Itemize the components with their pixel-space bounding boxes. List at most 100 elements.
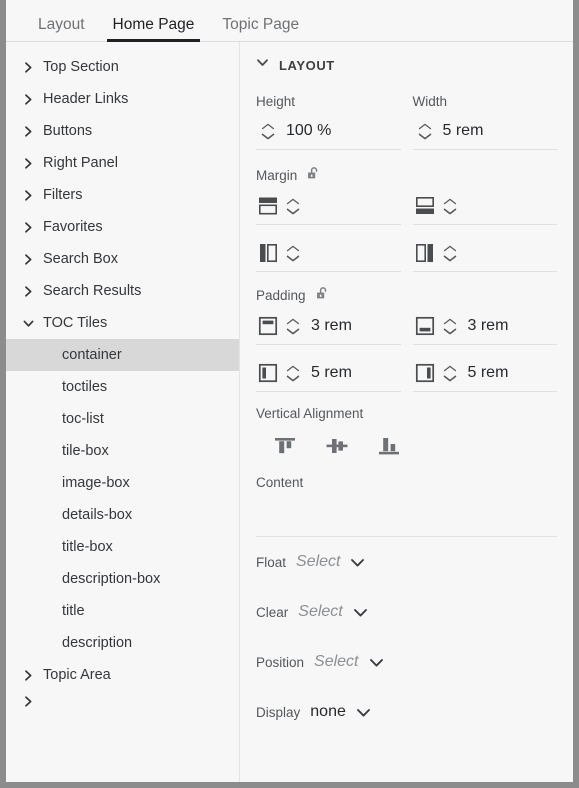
sidebar-item-label: Filters [43, 187, 83, 203]
clear-select[interactable]: Clear Select [256, 587, 557, 637]
stepper-up-icon[interactable] [443, 245, 457, 252]
sidebar-item-container[interactable]: container [6, 339, 239, 371]
sidebar-item-tile-box[interactable]: tile-box [6, 435, 239, 467]
stepper-down-icon[interactable] [443, 328, 457, 335]
sidebar-item-search-results[interactable]: Search Results [6, 275, 239, 307]
sidebar-item-toc-list[interactable]: toc-list [6, 403, 239, 435]
align-bottom-icon[interactable] [374, 433, 404, 459]
sidebar-item-toc-tiles[interactable]: TOC Tiles [6, 307, 239, 339]
sidebar-item-right-panel[interactable]: Right Panel [6, 147, 239, 179]
content-label: Content [256, 475, 304, 490]
stepper-down-icon[interactable] [418, 133, 432, 140]
chevron-down-icon[interactable] [369, 657, 384, 668]
unlock-icon[interactable] [315, 286, 330, 304]
sidebar-item-details-box[interactable]: details-box [6, 499, 239, 531]
padding-right-stepper[interactable] [440, 365, 460, 382]
padding-bottom-stepper[interactable] [440, 318, 460, 335]
stepper-up-icon[interactable] [261, 123, 275, 130]
sidebar-item-title[interactable]: title [6, 595, 239, 627]
margin-bottom-col [412, 188, 557, 225]
unlock-icon[interactable] [306, 166, 321, 184]
sidebar-item-top-section[interactable]: Top Section [6, 51, 239, 83]
chevron-down-icon[interactable] [350, 557, 365, 568]
padding-top-bottom-row: 3 rem 3 rem [256, 308, 557, 345]
content-value[interactable] [256, 494, 557, 528]
vertical-alignment-label: Vertical Alignment [256, 406, 364, 421]
height-input[interactable]: 100 % [256, 113, 401, 150]
sidebar-item-description-box[interactable]: description-box [6, 563, 239, 595]
position-select[interactable]: Position Select [256, 637, 557, 687]
tab-home-page[interactable]: Home Page [99, 16, 209, 43]
sidebar-item-buttons[interactable]: Buttons [6, 115, 239, 147]
margin-bottom-stepper[interactable] [440, 198, 460, 215]
editor-body: Top Section Header Links Buttons Right P… [6, 42, 573, 782]
padding-bottom-input[interactable]: 3 rem [412, 308, 557, 345]
margin-top-input[interactable] [256, 188, 401, 225]
sidebar-item-topic-area[interactable]: Topic Area [6, 659, 239, 691]
vertical-alignment-group: Vertical Alignment [256, 406, 557, 461]
tab-layout[interactable]: Layout [24, 16, 99, 42]
padding-right-input[interactable]: 5 rem [412, 355, 557, 392]
stepper-down-icon[interactable] [261, 133, 275, 140]
width-input[interactable]: 5 rem [412, 113, 557, 150]
margin-left-stepper[interactable] [283, 245, 303, 262]
sidebar-item-image-box[interactable]: image-box [6, 467, 239, 499]
margin-top-stepper[interactable] [283, 198, 303, 215]
padding-left-input[interactable]: 5 rem [256, 355, 401, 392]
padding-left-col: 5 rem [256, 355, 401, 392]
sidebar-item-favorites[interactable]: Favorites [6, 211, 239, 243]
tab-topic-page[interactable]: Topic Page [208, 16, 313, 42]
padding-left-stepper[interactable] [283, 365, 303, 382]
sidebar-item-label: Search Box [43, 251, 118, 267]
sidebar-item-header-links[interactable]: Header Links [6, 83, 239, 115]
position-label: Position [256, 654, 305, 670]
sidebar-item-title-box[interactable]: title-box [6, 531, 239, 563]
width-field-group: Width 5 rem [412, 94, 557, 150]
margin-right-stepper[interactable] [440, 245, 460, 262]
element-tree-sidebar[interactable]: Top Section Header Links Buttons Right P… [6, 42, 240, 782]
padding-top-stepper[interactable] [283, 318, 303, 335]
stepper-down-icon[interactable] [286, 255, 300, 262]
padding-bottom-value: 3 rem [467, 317, 509, 334]
stepper-up-icon[interactable] [286, 365, 300, 372]
sidebar-item-label: Header Links [43, 91, 129, 107]
stepper-up-icon[interactable] [443, 365, 457, 372]
stepper-down-icon[interactable] [443, 255, 457, 262]
stepper-up-icon[interactable] [286, 245, 300, 252]
display-select[interactable]: Display none [256, 687, 557, 737]
padding-bottom-col: 3 rem [412, 308, 557, 345]
stepper-down-icon[interactable] [286, 328, 300, 335]
margin-bottom-input[interactable] [412, 188, 557, 225]
stepper-up-icon[interactable] [443, 198, 457, 205]
sidebar-item-description[interactable]: description [6, 627, 239, 659]
align-top-icon[interactable] [270, 433, 300, 459]
stepper-down-icon[interactable] [286, 375, 300, 382]
stepper-up-icon[interactable] [418, 123, 432, 130]
stepper-down-icon[interactable] [443, 208, 457, 215]
chevron-down-icon[interactable] [353, 607, 368, 618]
chevron-down-icon[interactable] [356, 707, 371, 718]
stepper-up-icon[interactable] [443, 318, 457, 325]
padding-top-input[interactable]: 3 rem [256, 308, 401, 345]
sidebar-item-filters[interactable]: Filters [6, 179, 239, 211]
margin-left-input[interactable] [256, 235, 401, 272]
stepper-up-icon[interactable] [286, 318, 300, 325]
layout-section-header[interactable]: LAYOUT [256, 56, 557, 74]
width-stepper[interactable] [415, 123, 435, 140]
chevron-right-icon [20, 253, 36, 265]
sidebar-item-label: details-box [62, 507, 133, 523]
sidebar-item-partial[interactable] [6, 691, 239, 711]
width-value: 5 rem [442, 122, 484, 139]
margin-label: Margin [256, 167, 298, 183]
chevron-right-icon [20, 669, 36, 681]
margin-right-icon [413, 242, 437, 264]
stepper-up-icon[interactable] [286, 198, 300, 205]
height-stepper[interactable] [258, 123, 278, 140]
stepper-down-icon[interactable] [443, 375, 457, 382]
margin-right-input[interactable] [412, 235, 557, 272]
sidebar-item-toctiles[interactable]: toctiles [6, 371, 239, 403]
sidebar-item-search-box[interactable]: Search Box [6, 243, 239, 275]
float-select[interactable]: Float Select [256, 537, 557, 587]
align-middle-icon[interactable] [322, 433, 352, 459]
stepper-down-icon[interactable] [286, 208, 300, 215]
